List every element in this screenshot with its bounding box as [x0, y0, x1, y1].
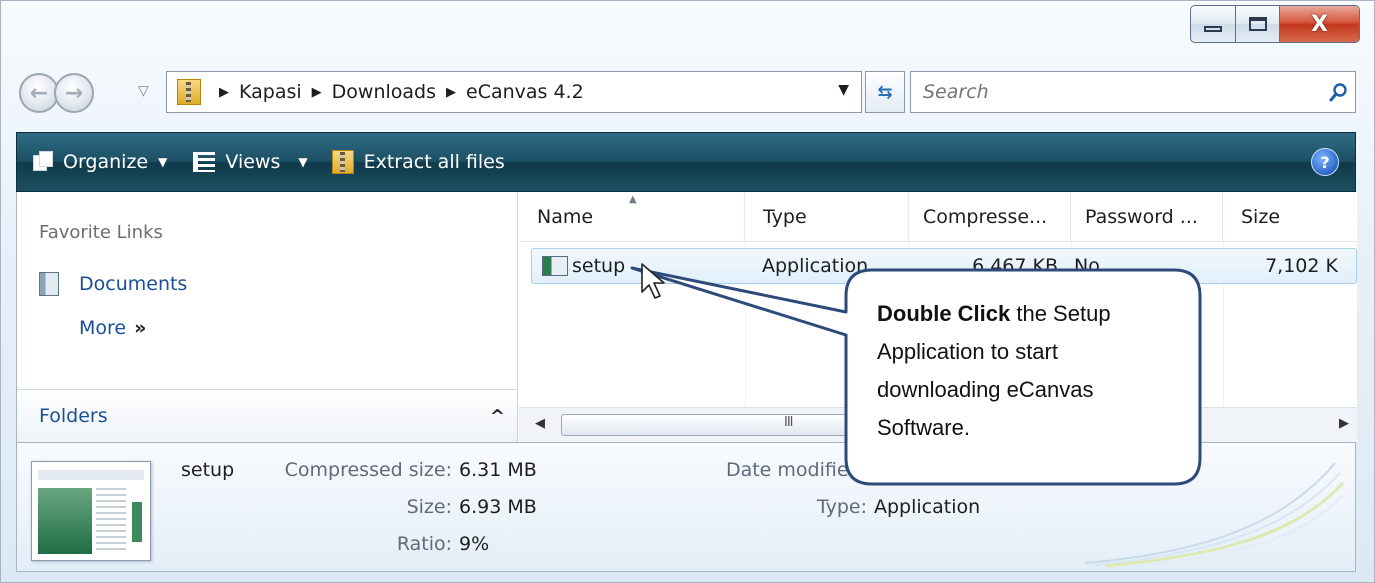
more-label: More [79, 317, 127, 339]
size-label: Size: [406, 496, 452, 518]
navigation-row: ← → ▽ ▶ Kapasi ▶ Downloads ▶ eCanvas 4.2… [1, 63, 1375, 123]
minimize-button[interactable] [1190, 5, 1236, 43]
column-headers: Name ▲ Type Compresse... Password ... Si… [519, 192, 1357, 242]
details-pane: setup Compressed size: 6.31 MB Size: 6.9… [16, 442, 1356, 572]
minimize-icon [1204, 26, 1222, 32]
help-icon[interactable]: ? [1311, 148, 1339, 176]
views-label: Views [225, 151, 281, 173]
file-password: No [1074, 255, 1100, 277]
more-links-button[interactable]: More » [79, 317, 146, 339]
organize-icon [33, 151, 55, 173]
organize-label: Organize [63, 151, 149, 173]
views-button[interactable]: Views ▼ [193, 151, 308, 173]
close-button[interactable]: X [1280, 5, 1360, 43]
type-value: Application [874, 496, 981, 518]
favorite-links-heading: Favorite Links [39, 222, 163, 243]
swoosh-decoration [1085, 462, 1345, 568]
search-box[interactable] [910, 71, 1356, 113]
forward-button[interactable]: → [54, 73, 94, 113]
grip-icon: III [784, 415, 793, 430]
ratio-value: 9% [459, 533, 490, 555]
close-icon: X [1311, 11, 1328, 37]
scrollbar-thumb[interactable]: III [561, 414, 851, 436]
extract-label: Extract all files [363, 151, 505, 173]
command-toolbar: Organize ▼ Views ▼ Extract all files ? [16, 132, 1356, 192]
zip-folder-icon [331, 150, 354, 174]
column-header-compressed[interactable]: Compresse... [909, 192, 1071, 242]
zip-folder-icon [177, 79, 201, 105]
back-arrow-icon: ← [29, 80, 49, 106]
column-header-name[interactable]: Name ▲ [519, 192, 745, 242]
views-icon [193, 152, 216, 172]
maximize-icon [1248, 17, 1267, 31]
forward-arrow-icon: → [64, 80, 84, 106]
chevron-down-icon: ▼ [158, 155, 168, 169]
double-chevron-icon: » [134, 317, 147, 339]
file-type: Application [762, 255, 869, 277]
application-icon [542, 256, 568, 276]
folders-toggle[interactable]: Folders ^ [17, 389, 517, 442]
scroll-right-icon[interactable]: ▶ [1339, 416, 1349, 431]
breadcrumb-separator-icon[interactable]: ▶ [312, 85, 322, 100]
breadcrumb-downloads[interactable]: Downloads [332, 81, 436, 103]
documents-link-label: Documents [79, 273, 188, 295]
file-size: 7,102 K [1265, 255, 1338, 277]
search-icon[interactable] [1323, 82, 1355, 102]
refresh-icon: ⇆ [877, 81, 893, 103]
back-button[interactable]: ← [19, 73, 59, 113]
folders-label: Folders [39, 405, 108, 427]
ratio-label: Ratio: [396, 533, 452, 555]
search-input[interactable] [911, 72, 1323, 112]
maximize-button[interactable] [1236, 5, 1280, 43]
date-modified-label: Date modified: [725, 459, 867, 481]
documents-icon [39, 272, 59, 296]
callout-bold-text: Double Click [877, 301, 1011, 326]
explorer-window: X ← → ▽ ▶ Kapasi ▶ Downloads ▶ eCanvas 4… [0, 0, 1375, 583]
breadcrumb-separator-icon[interactable]: ▶ [219, 85, 229, 100]
mouse-cursor-icon [641, 263, 665, 299]
size-value: 6.93 MB [459, 496, 537, 518]
recent-pages-dropdown[interactable]: ▽ [138, 83, 149, 99]
window-controls: X [1190, 5, 1360, 43]
navigation-pane: Favorite Links Documents More » Folders ^ [17, 192, 518, 442]
sort-up-icon: ▲ [629, 194, 637, 205]
scroll-left-icon[interactable]: ◀ [535, 416, 545, 431]
chevron-down-icon: ▼ [298, 155, 308, 169]
compressed-size-label: Compressed size: [284, 459, 452, 481]
organize-button[interactable]: Organize ▼ [33, 151, 167, 173]
breadcrumb-separator-icon[interactable]: ▶ [446, 85, 456, 100]
compressed-size-value: 6.31 MB [459, 459, 537, 481]
column-header-size[interactable]: Size [1223, 192, 1357, 242]
column-header-password[interactable]: Password ... [1071, 192, 1223, 242]
type-label: Type: [816, 496, 867, 518]
chevron-up-icon: ^ [489, 405, 505, 427]
file-compressed-size: 6,467 KB [972, 255, 1058, 277]
favorite-link-documents[interactable]: Documents [39, 272, 187, 296]
callout-text: Double Click the Setup Application to st… [877, 295, 1177, 447]
breadcrumb-kapasi[interactable]: Kapasi [239, 81, 302, 103]
refresh-button[interactable]: ⇆ [865, 71, 905, 113]
address-bar[interactable]: ▶ Kapasi ▶ Downloads ▶ eCanvas 4.2 ▼ [166, 71, 862, 113]
details-file-name: setup [181, 459, 235, 481]
column-header-type[interactable]: Type [745, 192, 909, 242]
extract-all-button[interactable]: Extract all files [331, 150, 505, 174]
breadcrumb-ecanvas[interactable]: eCanvas 4.2 [466, 81, 584, 103]
address-dropdown-icon[interactable]: ▼ [838, 82, 849, 98]
file-thumbnail [31, 461, 151, 561]
